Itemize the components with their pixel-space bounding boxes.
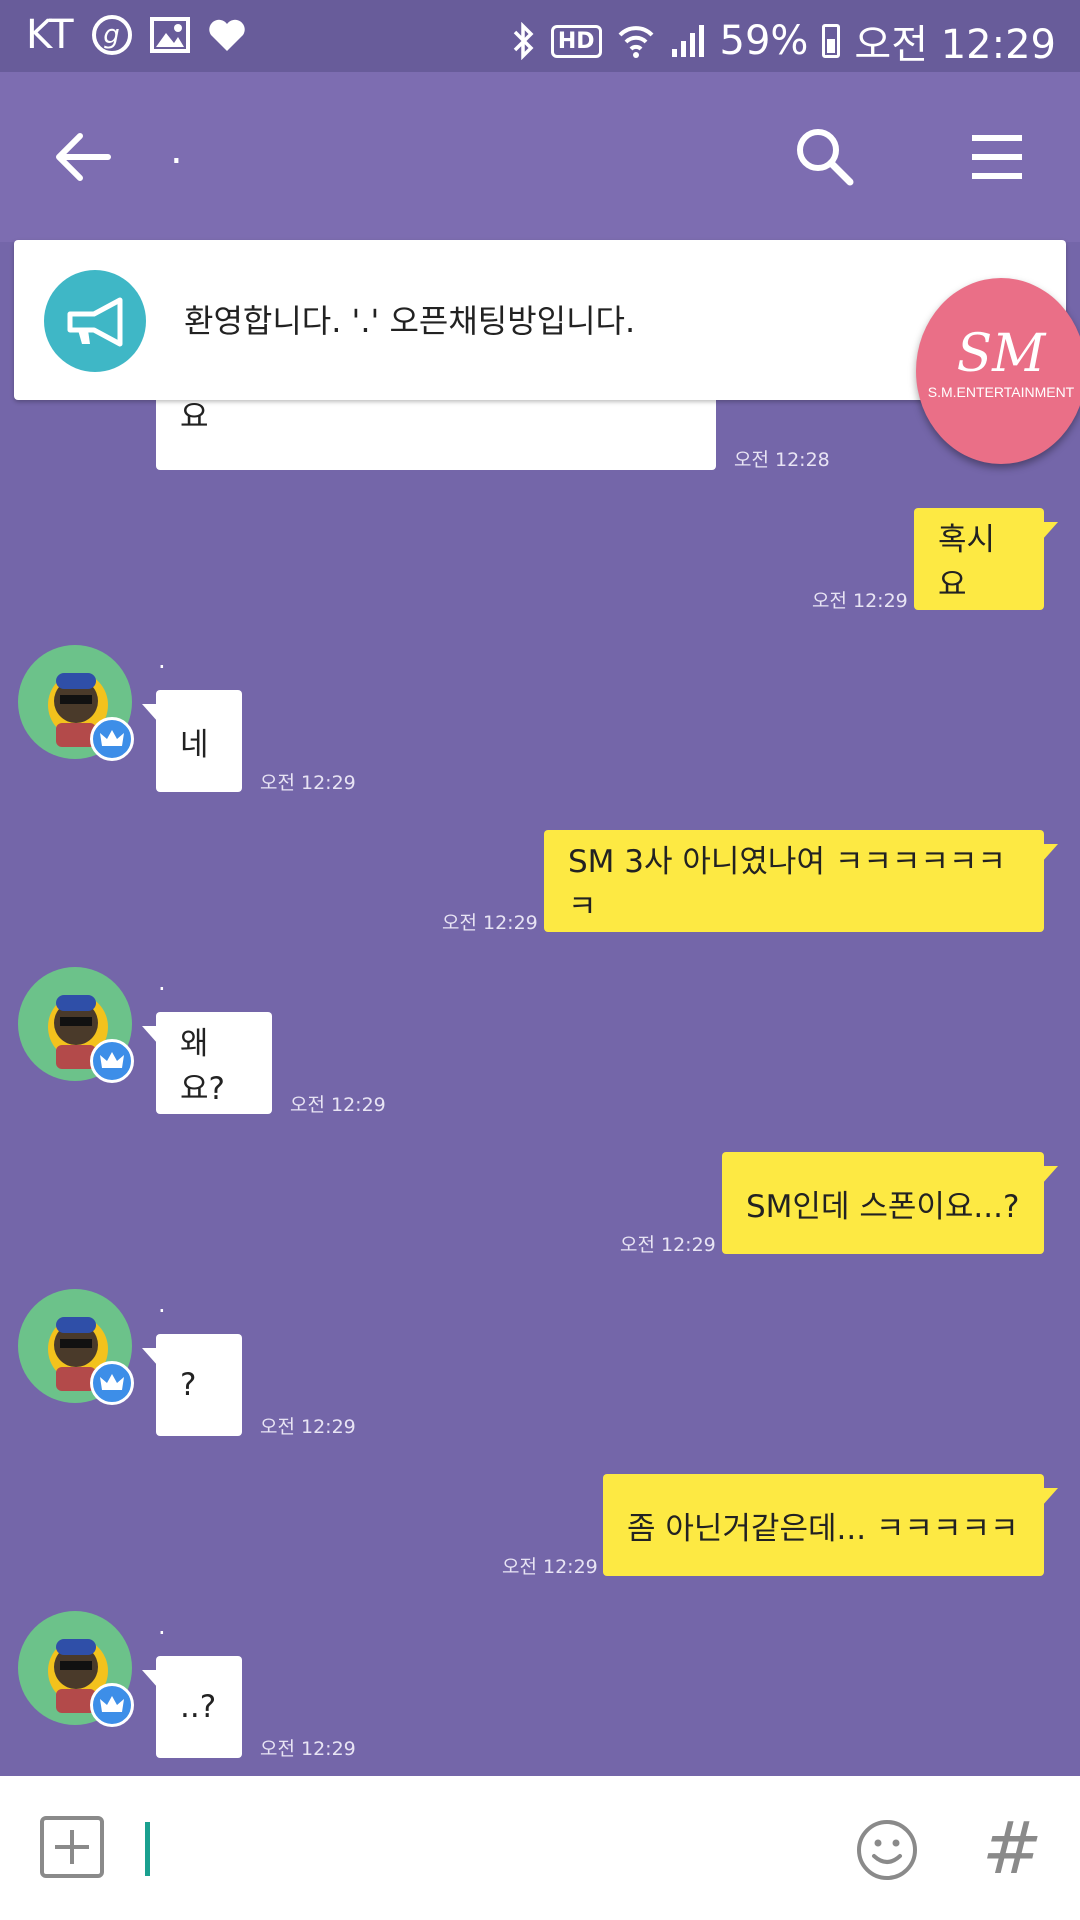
sm-logo-caption: S.M.ENTERTAINMENT bbox=[927, 384, 1075, 400]
notice-text: 환영합니다. '.' 오픈채팅방입니다. bbox=[184, 302, 636, 340]
back-arrow-icon[interactable] bbox=[48, 122, 118, 192]
avatar[interactable] bbox=[18, 1289, 134, 1405]
battery-percent: 59% bbox=[719, 18, 809, 64]
message-time: 오전 12:29 bbox=[260, 1416, 356, 1438]
chat-header: . bbox=[0, 72, 1080, 242]
message-text: ..? bbox=[180, 1689, 217, 1725]
message-bubble-incoming[interactable]: 왜요? bbox=[142, 1012, 272, 1114]
message-time: 오전 12:29 bbox=[442, 912, 538, 934]
heart-icon bbox=[208, 19, 245, 51]
megaphone-icon bbox=[44, 270, 146, 372]
message-text: SM 3사 아니였나여 ㅋㅋㅋㅋㅋㅋㅋ bbox=[568, 844, 1006, 925]
sender-name: . bbox=[158, 1612, 166, 1640]
bluetooth-icon bbox=[513, 22, 534, 60]
message-text: 혹시요 bbox=[938, 522, 996, 603]
crown-icon bbox=[90, 1683, 134, 1727]
status-bar: KT g HD 59% 오전 12:29 bbox=[0, 0, 1080, 72]
message-text: SM인데 스폰이요...? bbox=[746, 1188, 1020, 1225]
message-bubble-outgoing[interactable]: 혹시요 bbox=[914, 508, 1058, 610]
message-time: 오전 12:29 bbox=[260, 1738, 356, 1760]
avatar[interactable] bbox=[18, 645, 134, 761]
message-time: 오전 12:29 bbox=[260, 772, 356, 794]
message-bubble-incoming[interactable]: ? bbox=[142, 1334, 242, 1436]
signal-icon bbox=[671, 25, 704, 57]
crown-icon bbox=[90, 1361, 134, 1405]
carrier-label: KT bbox=[26, 12, 74, 58]
crown-icon bbox=[90, 1039, 134, 1083]
plus-icon[interactable] bbox=[40, 1816, 104, 1878]
wifi-icon bbox=[618, 26, 653, 58]
message-time: 오전 12:29 bbox=[290, 1094, 386, 1116]
message-text: 좀 아닌거같은데... ㅋㅋㅋㅋㅋ bbox=[627, 1510, 1019, 1547]
emoji-icon[interactable] bbox=[855, 1818, 919, 1882]
message-bubble-incoming[interactable]: ..? bbox=[142, 1656, 242, 1758]
gallery-icon bbox=[149, 17, 190, 53]
avatar[interactable] bbox=[18, 1611, 134, 1727]
search-icon[interactable] bbox=[790, 122, 860, 192]
message-text: 왜요? bbox=[180, 1026, 225, 1107]
message-bubble-incoming[interactable]: 네 bbox=[142, 690, 242, 792]
menu-icon[interactable] bbox=[962, 122, 1032, 192]
sm-entertainment-badge[interactable]: SM S.M.ENTERTAINMENT bbox=[916, 278, 1080, 464]
sender-name: . bbox=[158, 1290, 166, 1318]
message-time: 오전 12:29 bbox=[620, 1234, 716, 1256]
message-bubble-outgoing[interactable]: SM 3사 아니였나여 ㅋㅋㅋㅋㅋㅋㅋ bbox=[544, 830, 1058, 932]
sender-name: . bbox=[158, 968, 166, 996]
chat-room-title: . bbox=[170, 127, 183, 173]
notice-banner[interactable]: 환영합니다. '.' 오픈채팅방입니다. bbox=[14, 240, 1066, 400]
message-text: ? bbox=[180, 1367, 197, 1403]
battery-icon bbox=[822, 24, 841, 58]
hashtag-search-icon[interactable]: # bbox=[982, 1806, 1042, 1890]
crown-icon bbox=[90, 717, 134, 761]
message-time: 오전 12:29 bbox=[812, 590, 908, 612]
hd-voice-icon: HD bbox=[550, 24, 602, 58]
avatar[interactable] bbox=[18, 967, 134, 1083]
message-time: 오전 12:29 bbox=[502, 1556, 598, 1578]
sender-name: . bbox=[158, 646, 166, 674]
message-input-bar: # bbox=[0, 1776, 1080, 1920]
message-text: 네 bbox=[180, 726, 209, 763]
g-app-icon: g bbox=[91, 15, 132, 55]
message-input-field[interactable] bbox=[145, 1822, 150, 1876]
message-time: 오전 12:28 bbox=[734, 449, 830, 471]
message-bubble-outgoing[interactable]: 좀 아닌거같은데... ㅋㅋㅋㅋㅋ bbox=[603, 1474, 1058, 1576]
message-bubble-outgoing[interactable]: SM인데 스폰이요...? bbox=[722, 1152, 1058, 1254]
sm-logo: SM bbox=[956, 324, 1046, 384]
status-time: 오전 12:29 bbox=[854, 22, 1056, 68]
